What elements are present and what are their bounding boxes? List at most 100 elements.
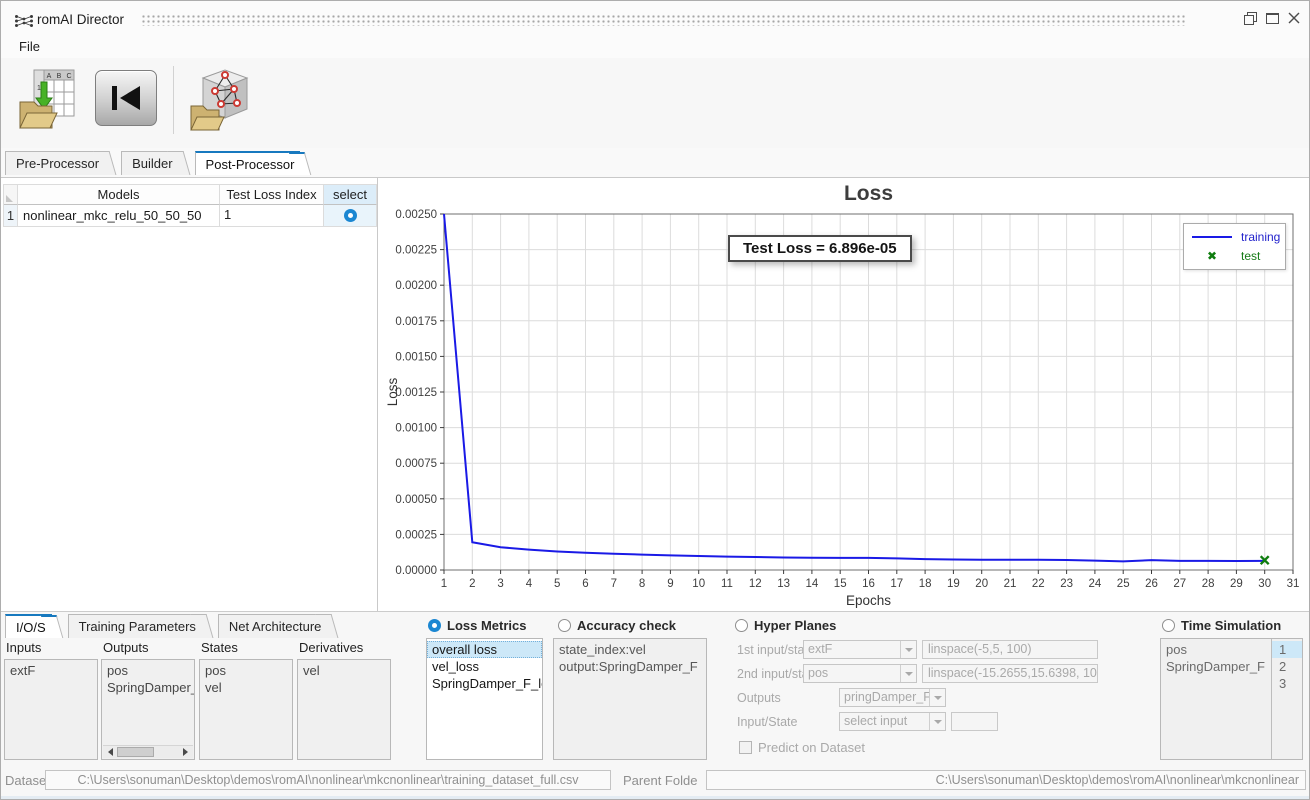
outputs-combo[interactable]: pringDamper_F <box>839 688 946 707</box>
list-item[interactable]: 3 <box>1272 675 1302 692</box>
chevron-down-icon[interactable] <box>929 713 945 730</box>
tab-pre-processor[interactable]: Pre-Processor <box>5 151 105 175</box>
training-line-swatch <box>1192 236 1232 238</box>
svg-text:0.00000: 0.00000 <box>395 565 437 577</box>
predict-on-dataset-checkbox[interactable] <box>739 741 752 754</box>
svg-text:31: 31 <box>1287 578 1300 590</box>
list-item[interactable]: vel <box>200 679 292 696</box>
accuracy-check-list[interactable]: state_index:veloutput:SpringDamper_F <box>553 638 707 760</box>
float-window-icon[interactable] <box>1243 11 1257 25</box>
list-item[interactable]: pos <box>200 662 292 679</box>
hyper-planes-radio[interactable] <box>735 619 748 632</box>
svg-text:0.00025: 0.00025 <box>395 529 437 541</box>
svg-text:Loss: Loss <box>385 377 400 406</box>
second-linspace-field[interactable]: linspace(-15.2655,15.6398, 100) <box>922 664 1098 683</box>
list-item[interactable]: output:SpringDamper_F <box>554 658 706 675</box>
tab-builder[interactable]: Builder <box>121 151 178 175</box>
svg-text:8: 8 <box>639 578 645 590</box>
chevron-down-icon[interactable] <box>900 641 916 658</box>
titlebar-drag-handle[interactable] <box>141 14 1187 26</box>
loss-metrics-list[interactable]: overall lossvel_lossSpringDamper_F_loss <box>426 638 543 760</box>
load-model-button[interactable] <box>187 66 251 137</box>
list-item[interactable]: 2 <box>1272 658 1302 675</box>
list-item[interactable]: pos <box>1161 641 1271 658</box>
input-state-combo[interactable]: select input <box>839 712 946 731</box>
accuracy-check-radio[interactable] <box>558 619 571 632</box>
model-name-cell[interactable]: nonlinear_mkc_relu_50_50_50 <box>18 205 220 227</box>
menu-file[interactable]: File <box>15 38 44 55</box>
svg-text:29: 29 <box>1230 578 1243 590</box>
toolbar: A B C 1 <box>1 58 1309 148</box>
column-header-select[interactable]: select <box>324 185 377 205</box>
svg-text:16: 16 <box>862 578 875 590</box>
loss-metrics-radio[interactable] <box>428 619 441 632</box>
chevron-down-icon[interactable] <box>929 689 945 706</box>
tab-post-processor[interactable]: Post-Processor <box>195 151 301 175</box>
time-simulation-signals-list[interactable]: posSpringDamper_F <box>1161 639 1271 759</box>
input-state-value-field[interactable] <box>951 712 998 731</box>
svg-text:7: 7 <box>611 578 617 590</box>
outputs-horizontal-scrollbar[interactable] <box>103 745 193 758</box>
list-item[interactable]: overall loss <box>427 641 542 658</box>
svg-text:0.00075: 0.00075 <box>395 458 437 470</box>
list-item[interactable]: pos <box>102 662 194 679</box>
import-dataset-button[interactable]: A B C 1 <box>17 66 79 137</box>
states-list[interactable]: posvel <box>199 659 293 760</box>
list-item[interactable]: SpringDamper_F_loss <box>427 675 542 692</box>
inputs-list[interactable]: extF <box>4 659 98 760</box>
row-header[interactable]: 1 <box>4 205 18 227</box>
tab-net-architecture[interactable]: Net Architecture <box>218 614 328 638</box>
svg-text:Loss: Loss <box>844 182 893 205</box>
column-header-models[interactable]: Models <box>18 185 220 205</box>
tab-ios[interactable]: I/O/S <box>5 614 52 638</box>
column-header-test-loss-index[interactable]: Test Loss Index <box>220 185 324 205</box>
second-input-state-combo[interactable]: pos <box>803 664 917 683</box>
list-item[interactable]: extF <box>5 662 97 679</box>
svg-text:B: B <box>57 73 62 80</box>
model-select-cell[interactable] <box>324 205 377 227</box>
window-title: romAI Director <box>37 12 124 27</box>
list-item[interactable]: state_index:vel <box>554 641 706 658</box>
states-header: States <box>201 640 238 655</box>
derivatives-list[interactable]: vel <box>297 659 391 760</box>
list-item[interactable]: vel <box>298 662 390 679</box>
input-state-combo-label: Input/State <box>737 715 817 729</box>
chevron-down-icon[interactable] <box>900 665 916 682</box>
close-icon[interactable] <box>1287 11 1301 25</box>
svg-text:28: 28 <box>1202 578 1215 590</box>
first-input-state-combo[interactable]: extF <box>803 640 917 659</box>
menu-bar: File <box>1 36 1309 58</box>
scrollbar-thumb[interactable] <box>117 747 154 757</box>
time-simulation-index-list[interactable]: 123 <box>1272 639 1302 759</box>
title-bar[interactable]: romAI Director <box>1 1 1309 36</box>
model-select-radio[interactable] <box>344 209 357 222</box>
svg-text:3: 3 <box>497 578 503 590</box>
scroll-right-icon[interactable] <box>180 746 193 758</box>
reset-button[interactable] <box>95 70 157 126</box>
hyper-planes-group: Hyper Planes <box>735 618 836 633</box>
svg-text:0.00200: 0.00200 <box>395 280 437 292</box>
svg-text:0.00125: 0.00125 <box>395 387 437 399</box>
loss-chart-panel: 1234567891011121314151617181920212223242… <box>378 178 1309 611</box>
main-tab-bar: Pre-Processor Builder Post-Processor <box>5 151 316 175</box>
scroll-left-icon[interactable] <box>103 746 116 758</box>
maximize-icon[interactable] <box>1265 11 1279 25</box>
tab-training-parameters[interactable]: Training Parameters <box>68 614 202 638</box>
svg-text:1: 1 <box>37 85 41 92</box>
first-input-state-label: 1st input/state <box>737 643 803 657</box>
test-loss-index-cell[interactable]: 1 <box>220 205 324 227</box>
parent-folder-label: Parent Folde <box>623 773 697 788</box>
post-processor-content: Models Test Loss Index select 1 nonlinea… <box>1 178 1309 611</box>
dataset-path-field[interactable]: C:\Users\sonuman\Desktop\demos\romAI\non… <box>45 770 611 790</box>
list-item[interactable]: 1 <box>1272 641 1302 658</box>
parent-folder-path-field[interactable]: C:\Users\sonuman\Desktop\demos\romAI\non… <box>706 770 1306 790</box>
list-item[interactable]: vel_loss <box>427 658 542 675</box>
table-corner-cell[interactable] <box>4 185 18 205</box>
first-linspace-field[interactable]: linspace(-5,5, 100) <box>922 640 1098 659</box>
time-simulation-radio[interactable] <box>1162 619 1175 632</box>
outputs-list[interactable]: posSpringDamper_ <box>101 659 195 760</box>
svg-text:13: 13 <box>777 578 790 590</box>
accuracy-check-label: Accuracy check <box>577 618 676 633</box>
list-item[interactable]: SpringDamper_F <box>1161 658 1271 675</box>
list-item[interactable]: SpringDamper_ <box>102 679 194 696</box>
